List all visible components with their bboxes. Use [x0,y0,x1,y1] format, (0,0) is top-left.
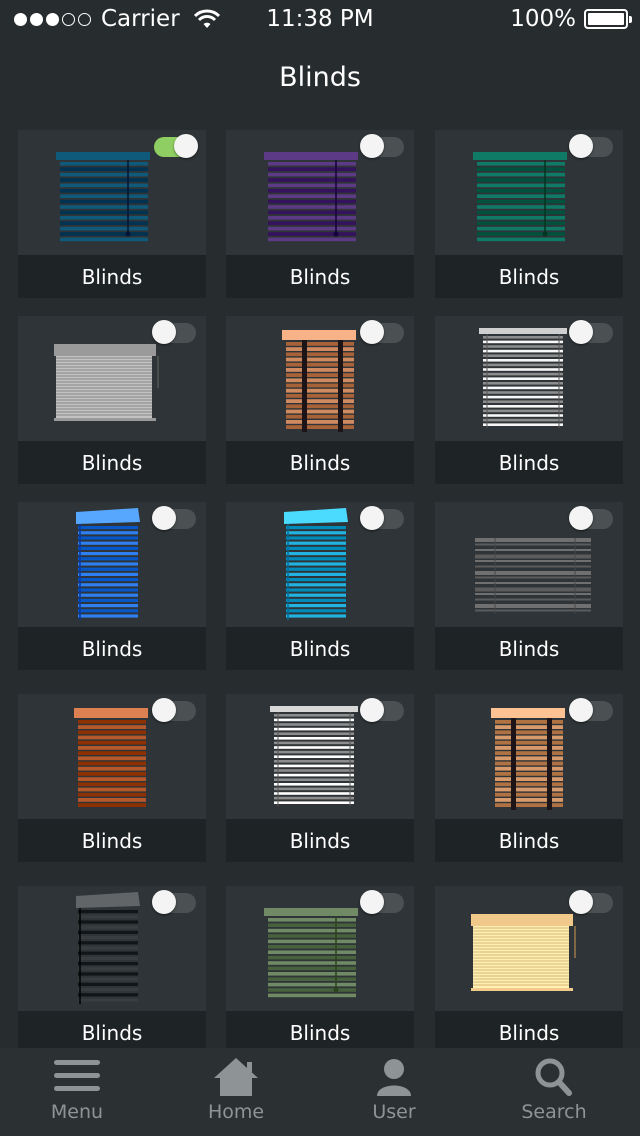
blind-tile[interactable]: Blinds [18,502,206,670]
page-title: Blinds [279,62,361,93]
blind-label: Blinds [226,627,414,670]
blind-toggle[interactable] [360,320,404,344]
battery-info: 100% [510,6,632,32]
blind-tile[interactable]: Blinds [226,316,414,484]
blind-toggle[interactable] [360,134,404,158]
blind-label: Blinds [18,255,206,298]
blind-label: Blinds [435,441,623,484]
blind-toggle[interactable] [569,320,613,344]
battery-percent: 100% [510,6,576,32]
menu-icon [54,1060,100,1091]
home-icon [214,1058,258,1096]
tab-menu[interactable]: Menu [0,1048,157,1136]
status-bar: Carrier 11:38 PM 100% [0,0,640,40]
toggle-knob [569,506,593,530]
blind-tile[interactable]: Blinds [226,886,414,1054]
blind-toggle[interactable] [152,698,196,722]
toggle-knob [152,890,176,914]
blind-tile[interactable]: Blinds [435,694,623,862]
battery-icon [584,9,632,29]
blind-tile[interactable]: Blinds [18,316,206,484]
blind-label: Blinds [226,255,414,298]
toggle-knob [152,320,176,344]
tab-home-label: Home [207,1101,265,1123]
blind-toggle[interactable] [569,506,613,530]
tab-menu-label: Menu [50,1101,104,1123]
blind-tile[interactable]: Blinds [226,694,414,862]
toggle-knob [360,134,384,158]
blind-label: Blinds [18,441,206,484]
toggle-knob [152,506,176,530]
blind-toggle[interactable] [360,506,404,530]
blind-tile[interactable]: Blinds [226,130,414,298]
blind-tile[interactable]: Blinds [226,502,414,670]
blind-toggle[interactable] [569,890,613,914]
tab-home[interactable]: Home [156,1048,316,1136]
tab-search[interactable]: Search [474,1048,634,1136]
toggle-knob [360,698,384,722]
blind-label: Blinds [226,819,414,862]
tab-user-label: User [372,1101,416,1123]
blind-tile[interactable]: Blinds [18,130,206,298]
tab-user[interactable]: User [314,1048,474,1136]
blind-label: Blinds [435,627,623,670]
toggle-knob [174,134,198,158]
toggle-knob [152,698,176,722]
toggle-knob [569,320,593,344]
blind-toggle[interactable] [152,320,196,344]
blind-toggle[interactable] [569,698,613,722]
blind-tile[interactable]: Blinds [435,502,623,670]
search-icon [535,1058,572,1096]
toggle-knob [569,890,593,914]
user-icon [377,1059,411,1096]
blind-toggle[interactable] [154,134,198,158]
blind-toggle[interactable] [360,890,404,914]
blind-tile[interactable]: Blinds [435,886,623,1054]
blind-label: Blinds [226,441,414,484]
blind-tile[interactable]: Blinds [18,694,206,862]
blind-tile[interactable]: Blinds [18,886,206,1054]
blind-toggle[interactable] [152,506,196,530]
toggle-knob [360,890,384,914]
blind-toggle[interactable] [360,698,404,722]
tab-search-label: Search [521,1101,587,1123]
toggle-knob [569,134,593,158]
toggle-knob [360,320,384,344]
toggle-knob [360,506,384,530]
blind-label: Blinds [18,627,206,670]
blind-label: Blinds [435,255,623,298]
blind-label: Blinds [435,819,623,862]
blind-toggle[interactable] [569,134,613,158]
tab-bar: Menu Home User Search [0,1048,640,1136]
blind-label: Blinds [18,819,206,862]
blind-tile[interactable]: Blinds [435,130,623,298]
toggle-knob [569,698,593,722]
blind-tile[interactable]: Blinds [435,316,623,484]
blind-toggle[interactable] [152,890,196,914]
